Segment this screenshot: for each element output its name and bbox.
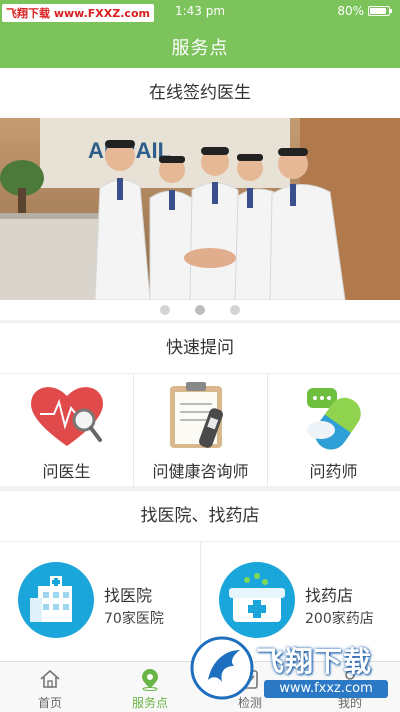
ask-pharmacist-button[interactable]: 问药师 (267, 374, 400, 487)
battery-percent: 80% (337, 4, 364, 18)
ask-health-consultant-label: 问健康咨询师 (152, 462, 249, 481)
section-title-find: 找医院、找药店 (0, 491, 400, 541)
watermark-top: 飞翔下载 www.FXXZ.com (2, 4, 154, 22)
ask-doctor-label: 问医生 (42, 462, 91, 481)
location-pin-icon (142, 669, 158, 691)
hospital-building-icon (18, 562, 94, 638)
section-title-doctors: 在线签约医生 (0, 68, 400, 118)
watermark-logo-icon (190, 636, 254, 700)
find-hospital-label: 找医院 (104, 586, 153, 605)
watermark-url: www.fxxz.com (264, 680, 388, 698)
tab-service-label: 服务点 (131, 696, 168, 710)
watermark-bottom: 飞翔下载 www.fxxz.com (190, 630, 396, 708)
tab-home[interactable]: 首页 (0, 662, 100, 712)
watermark-text: 飞翔下载 (256, 645, 373, 678)
ask-doctor-button[interactable]: 问医生 (0, 374, 133, 487)
ask-pharmacist-label: 问药师 (309, 462, 358, 481)
nav-bar: 服务点 (0, 22, 400, 68)
ask-health-consultant-button[interactable]: 问健康咨询师 (134, 374, 267, 487)
heart-stethoscope-icon (31, 387, 103, 446)
tab-home-label: 首页 (37, 696, 62, 710)
battery-icon (368, 6, 392, 16)
page-title: 服务点 (171, 38, 229, 59)
doctors-group-photo: ARRAIL (0, 118, 400, 300)
quick-ask-row: 问医生 问健康咨询师 问药师 (0, 373, 400, 487)
clipboard-thermometer-icon (170, 382, 224, 448)
find-hospital-button[interactable]: 找医院 70家医院 (0, 542, 200, 662)
battery-fill (370, 8, 386, 14)
banner-carousel[interactable]: ARRAIL (0, 118, 400, 300)
tab-service[interactable]: 服务点 (100, 662, 200, 712)
find-pharmacy-label: 找药店 (305, 586, 354, 605)
medicine-box-icon (219, 562, 295, 638)
carousel-dot[interactable] (160, 305, 170, 315)
hospital-count: 70家医院 (104, 611, 164, 627)
carousel-dot[interactable] (195, 305, 205, 315)
pharmacy-count: 200家药店 (305, 611, 374, 627)
carousel-indicators (0, 300, 400, 320)
pill-capsule-icon (307, 388, 361, 450)
home-icon (40, 669, 60, 688)
section-title-quick-ask: 快速提问 (0, 323, 400, 373)
carousel-dot[interactable] (230, 305, 240, 315)
